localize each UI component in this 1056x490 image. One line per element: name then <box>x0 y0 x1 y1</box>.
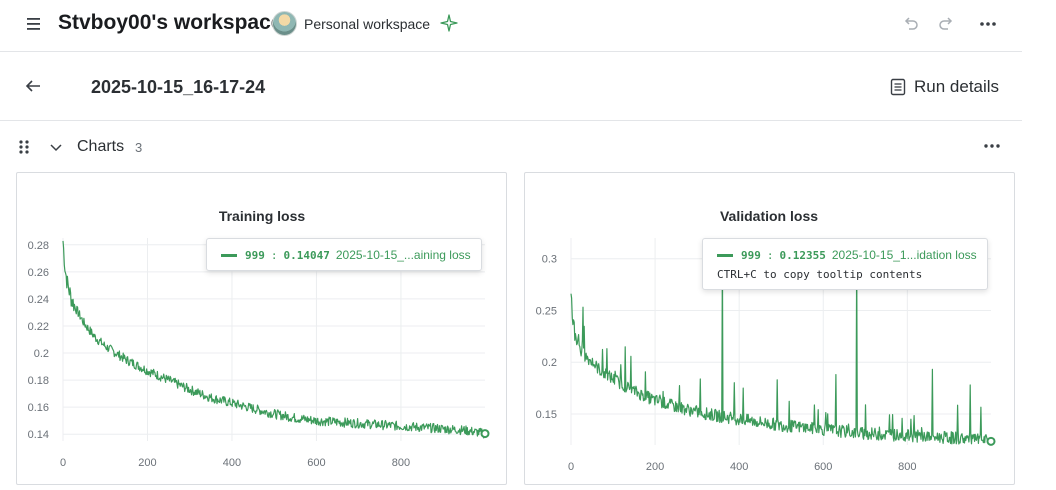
y-tick-label: 0.2 <box>542 357 557 369</box>
chart-title: Training loss <box>219 208 306 224</box>
chart-title: Validation loss <box>720 208 818 224</box>
run-header: 2025-10-15_16-17-24 Run details <box>0 53 1022 121</box>
tooltip-value: 0.14047 <box>283 248 330 262</box>
training-loss-panel[interactable]: Training loss 0.14 0.16 0.18 0.2 0.22 0.24 0.26… <box>16 172 507 485</box>
x-tick-label: 600 <box>814 461 832 473</box>
tooltip-copy-hint: CTRL+C to copy tooltip contents <box>717 268 923 281</box>
tooltip-series-label: 2025-10-15_1...idation loss <box>831 248 977 262</box>
more-options-icon[interactable] <box>978 15 998 33</box>
charts-section-header: Charts 3 <box>0 122 1022 172</box>
top-bar: Stvboy00's workspace Personal workspace <box>0 0 1022 52</box>
y-tick-label: 0.2 <box>34 348 49 360</box>
y-tick-label: 0.3 <box>542 254 557 266</box>
y-tick-label: 0.15 <box>536 409 557 421</box>
sparkle-icon[interactable] <box>440 14 458 32</box>
section-title[interactable]: Charts <box>77 138 124 156</box>
workspace-title[interactable]: Stvboy00's workspace <box>58 11 282 35</box>
back-arrow-icon[interactable] <box>24 77 42 95</box>
tooltip-step: 999 <box>741 248 761 262</box>
series-swatch <box>221 253 237 257</box>
y-tick-label: 0.16 <box>28 402 49 414</box>
document-icon <box>890 78 906 96</box>
y-tick-label: 0.26 <box>28 267 49 279</box>
x-tick-label: 200 <box>646 461 664 473</box>
x-tick-label: 800 <box>392 457 410 469</box>
training-loss-chart[interactable]: Training loss 0.14 0.16 0.18 0.2 0.22 0.24 0.26… <box>17 173 508 486</box>
section-more-icon[interactable] <box>982 138 1002 154</box>
x-tick-label: 400 <box>223 457 241 469</box>
x-tick-label: 800 <box>898 461 916 473</box>
hamburger-menu-icon[interactable] <box>24 14 44 34</box>
validation-loss-panel[interactable]: Validation loss 0.15 0.2 0.25 0.3 0 200 400 600 8… <box>524 172 1015 485</box>
y-tick-label: 0.24 <box>28 294 49 306</box>
chevron-down-icon[interactable] <box>49 140 63 154</box>
hover-point <box>986 436 996 446</box>
drag-handle-icon[interactable] <box>18 139 30 155</box>
y-tick-label: 0.28 <box>28 240 49 252</box>
redo-icon[interactable] <box>937 15 955 33</box>
run-details-label: Run details <box>914 77 1000 96</box>
run-name: 2025-10-15_16-17-24 <box>91 77 266 97</box>
workspace-avatar[interactable] <box>272 11 297 36</box>
tooltip-step: 999 <box>245 248 265 262</box>
y-tick-label: 0.25 <box>536 305 557 317</box>
tooltip-value: 0.12355 <box>779 248 826 262</box>
x-tick-label: 0 <box>568 461 574 473</box>
y-tick-label: 0.14 <box>28 429 49 441</box>
x-tick-label: 400 <box>730 461 748 473</box>
tooltip-series-label: 2025-10-15_...aining loss <box>335 248 471 262</box>
validation-loss-chart[interactable]: Validation loss 0.15 0.2 0.25 0.3 0 200 400 600 8… <box>525 173 1016 486</box>
run-details-button[interactable]: Run details <box>890 76 999 98</box>
section-count: 3 <box>135 140 143 155</box>
series-swatch <box>717 253 733 257</box>
chart-tooltip: 999: 0.12355 2025-10-15_1...idation loss… <box>702 238 988 290</box>
x-tick-label: 0 <box>60 457 66 469</box>
hover-point <box>480 429 490 439</box>
x-tick-label: 200 <box>138 457 156 469</box>
y-tick-label: 0.18 <box>28 375 49 387</box>
x-tick-label: 600 <box>307 457 325 469</box>
chart-tooltip: 999: 0.14047 2025-10-15_...aining loss <box>206 238 482 271</box>
workspace-name[interactable]: Personal workspace <box>304 16 430 32</box>
y-tick-label: 0.22 <box>28 321 49 333</box>
undo-icon[interactable] <box>902 15 920 33</box>
